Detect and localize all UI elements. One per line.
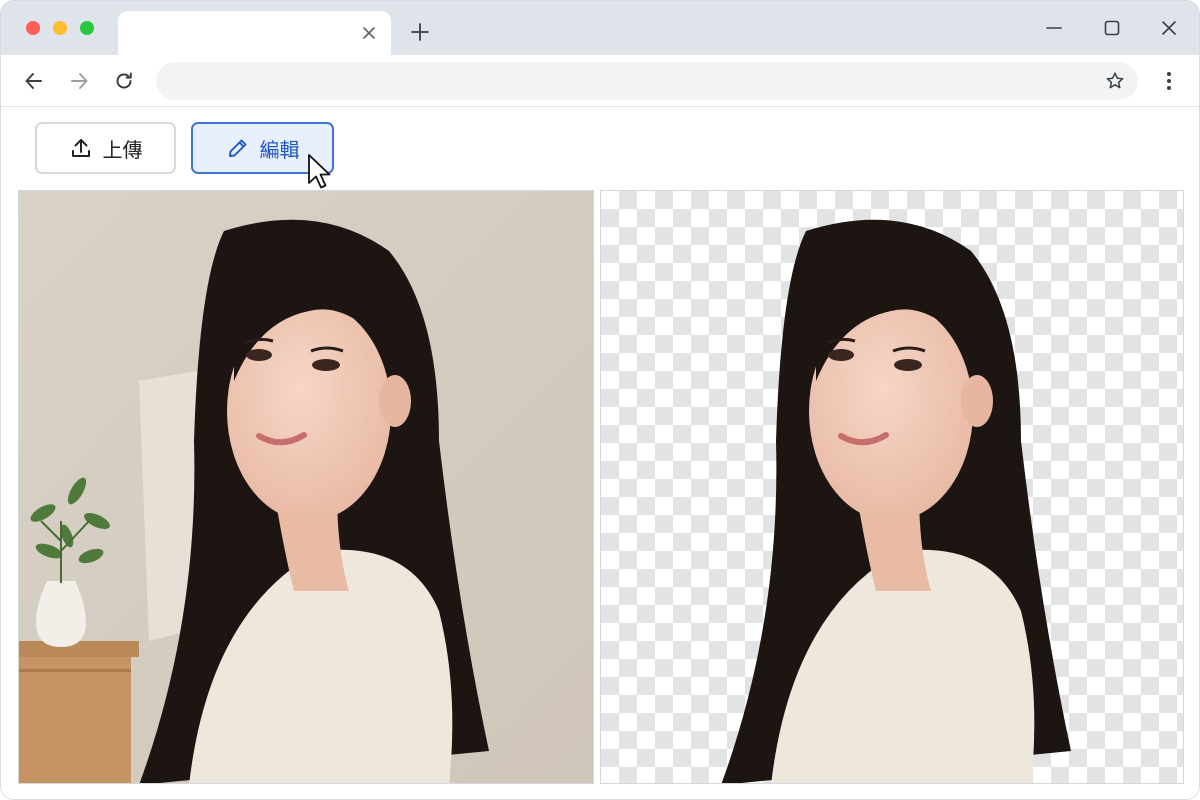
pencil-icon xyxy=(226,136,250,160)
title-bar xyxy=(1,1,1199,55)
url-input[interactable] xyxy=(176,62,1076,100)
page-content: 上傳 編輯 xyxy=(1,107,1199,799)
person-cutout xyxy=(721,219,1071,783)
upload-icon xyxy=(69,136,93,160)
upload-button[interactable]: 上傳 xyxy=(35,122,176,174)
mouse-pointer-icon xyxy=(306,153,334,193)
close-icon[interactable] xyxy=(359,23,379,43)
minimize-icon[interactable] xyxy=(1041,15,1067,41)
maximize-icon[interactable] xyxy=(1099,15,1125,41)
edit-button-label: 編輯 xyxy=(259,137,300,162)
zoom-window-dot[interactable] xyxy=(80,21,94,35)
address-bar[interactable] xyxy=(156,62,1138,100)
star-icon[interactable] xyxy=(1104,70,1126,92)
plus-icon[interactable] xyxy=(409,21,431,43)
browser-window: 上傳 編輯 xyxy=(0,0,1200,800)
more-vertical-icon[interactable] xyxy=(1157,67,1181,95)
browser-tab[interactable] xyxy=(118,11,391,55)
browser-toolbar xyxy=(1,55,1199,107)
original-image xyxy=(18,190,594,784)
arrow-left-icon[interactable] xyxy=(20,67,48,95)
close-icon[interactable] xyxy=(1156,15,1182,41)
arrow-right-icon[interactable] xyxy=(65,67,93,95)
minimize-window-dot[interactable] xyxy=(53,21,67,35)
reload-icon[interactable] xyxy=(110,67,138,95)
result-image xyxy=(600,190,1184,784)
close-window-dot[interactable] xyxy=(26,21,40,35)
upload-button-label: 上傳 xyxy=(102,137,143,162)
